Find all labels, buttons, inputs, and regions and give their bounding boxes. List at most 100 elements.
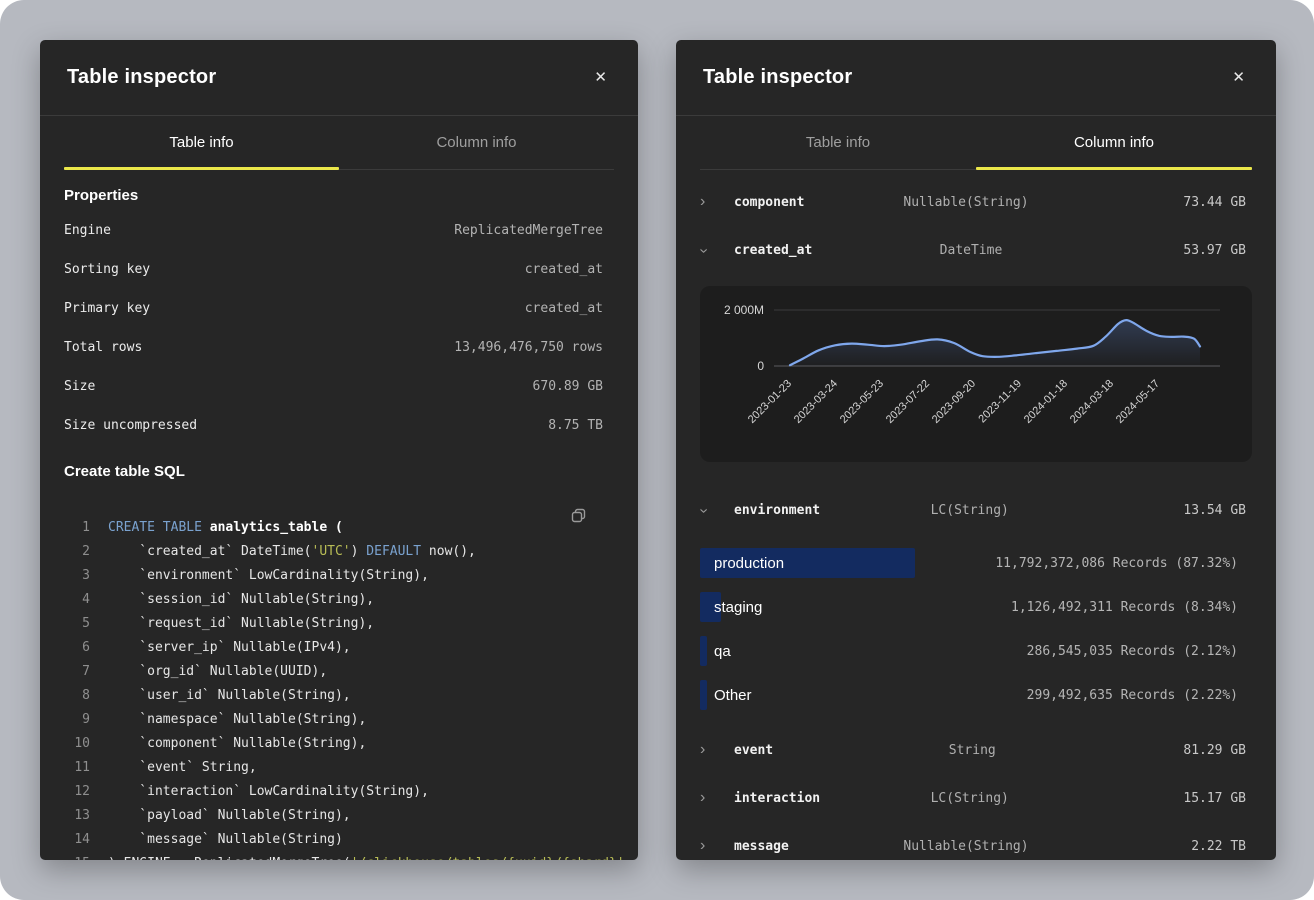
columns-list: ›componentNullable(String)73.44 GB›creat… bbox=[676, 170, 1276, 860]
column-name: created_at bbox=[734, 243, 812, 258]
property-row: Sorting keycreated_at bbox=[64, 251, 614, 290]
property-value: created_at bbox=[525, 262, 614, 278]
environment-value-row: qa286,545,035 Records (2.12%) bbox=[700, 636, 1252, 666]
column-row-event[interactable]: ›eventString81.29 GB bbox=[700, 726, 1252, 774]
property-value: ReplicatedMergeTree bbox=[454, 223, 614, 239]
area-chart-svg: 2 000M 0 2023-01-232023-03-242023-05-232… bbox=[700, 286, 1252, 462]
x-tick-label: 2023-09-20 bbox=[930, 378, 978, 426]
modal-title: Table inspector bbox=[67, 66, 216, 89]
value-label: Other bbox=[714, 687, 752, 704]
column-type: DateTime bbox=[940, 243, 1003, 258]
sql-code-text: `component` Nullable(String), bbox=[108, 732, 366, 756]
sql-line: 13 `payload` Nullable(String), bbox=[64, 804, 614, 828]
sql-line: 11 `event` String, bbox=[64, 756, 614, 780]
column-size: 81.29 GB bbox=[1183, 743, 1246, 758]
tab-table-info[interactable]: Table info bbox=[700, 116, 976, 169]
line-number: 11 bbox=[64, 756, 90, 780]
column-row-message[interactable]: ›messageNullable(String)2.22 TB bbox=[700, 822, 1252, 860]
column-type: LC(String) bbox=[931, 503, 1009, 518]
copy-icon-glyph bbox=[571, 508, 586, 523]
sql-code-text: `session_id` Nullable(String), bbox=[108, 588, 374, 612]
x-tick-label: 2024-05-17 bbox=[1114, 378, 1162, 426]
line-number: 3 bbox=[64, 564, 90, 588]
sql-code-text: `org_id` Nullable(UUID), bbox=[108, 660, 327, 684]
environment-value-row: production11,792,372,086 Records (87.32%… bbox=[700, 548, 1252, 578]
sql-line: 8 `user_id` Nullable(String), bbox=[64, 684, 614, 708]
column-size: 13.54 GB bbox=[1183, 503, 1246, 518]
table-inspector-modal-column-info: Table inspector ✕ Table infoColumn info … bbox=[676, 40, 1276, 860]
tab-column-info[interactable]: Column info bbox=[976, 116, 1252, 169]
line-number: 8 bbox=[64, 684, 90, 708]
line-number: 7 bbox=[64, 660, 90, 684]
property-row: Size 670.89 GB bbox=[64, 368, 614, 407]
value-records: 286,545,035 Records (2.12%) bbox=[1027, 644, 1238, 659]
environment-value-row: staging1,126,492,311 Records (8.34%) bbox=[700, 592, 1252, 622]
property-row: Primary key created_at bbox=[64, 290, 614, 329]
column-row-environment[interactable]: ›environmentLC(String)13.54 GB bbox=[700, 486, 1252, 534]
sql-line: 15) ENGINE = ReplicatedMergeTree('/click… bbox=[64, 852, 614, 860]
chevron-right-icon: › bbox=[700, 790, 734, 806]
property-label: Engine bbox=[64, 223, 111, 239]
x-tick-label: 2024-01-18 bbox=[1022, 378, 1070, 426]
column-type: Nullable(String) bbox=[903, 839, 1028, 854]
property-value: 670.89 GB bbox=[533, 379, 614, 395]
line-number: 5 bbox=[64, 612, 90, 636]
tab-table-info[interactable]: Table info bbox=[64, 116, 339, 169]
copy-icon[interactable] bbox=[569, 506, 588, 528]
sql-code-text: `created_at` DateTime('UTC') DEFAULT now… bbox=[108, 540, 476, 564]
x-tick-label: 2023-03-24 bbox=[792, 378, 840, 426]
sql-code-text: `namespace` Nullable(String), bbox=[108, 708, 366, 732]
sql-code-text: `request_id` Nullable(String), bbox=[108, 612, 374, 636]
tab-column-info[interactable]: Column info bbox=[339, 116, 614, 169]
screenshot-background: Table inspector ✕ Table infoColumn info … bbox=[0, 0, 1314, 900]
properties-list: Engine ReplicatedMergeTree Sorting keycrea… bbox=[64, 212, 614, 446]
value-records: 1,126,492,311 Records (8.34%) bbox=[1011, 600, 1238, 615]
chevron-down-icon: › bbox=[700, 242, 734, 258]
sql-line: 5 `request_id` Nullable(String), bbox=[64, 612, 614, 636]
modal-header: Table inspector ✕ bbox=[40, 40, 638, 116]
environment-value-row: Other 299,492,635 Records (2.22%) bbox=[700, 680, 1252, 710]
close-icon[interactable]: ✕ bbox=[1228, 66, 1249, 89]
sql-line: 3 `environment` LowCardinality(String), bbox=[64, 564, 614, 588]
sql-code-text: `environment` LowCardinality(String), bbox=[108, 564, 429, 588]
property-value: 13,496,476,750 rows bbox=[454, 340, 614, 356]
column-name: environment bbox=[734, 503, 820, 518]
property-row: Engine ReplicatedMergeTree bbox=[64, 212, 614, 251]
line-number: 15 bbox=[64, 852, 90, 860]
environment-values: production11,792,372,086 Records (87.32%… bbox=[700, 548, 1252, 710]
x-tick-label: 2023-11-19 bbox=[976, 378, 1024, 426]
x-axis-tick-labels: 2023-01-232023-03-242023-05-232023-07-22… bbox=[746, 378, 1162, 426]
column-size: 2.22 TB bbox=[1191, 839, 1246, 854]
x-tick-label: 2023-01-23 bbox=[746, 378, 794, 426]
column-row-component[interactable]: ›componentNullable(String)73.44 GB bbox=[700, 178, 1252, 226]
created-at-distribution-chart: 2 000M 0 2023-01-232023-03-242023-05-232… bbox=[700, 286, 1252, 462]
sql-line: 1CREATE TABLE analytics_table ( bbox=[64, 516, 614, 540]
column-size: 15.17 GB bbox=[1183, 791, 1246, 806]
line-number: 9 bbox=[64, 708, 90, 732]
properties-heading: Properties bbox=[64, 186, 614, 206]
line-number: 2 bbox=[64, 540, 90, 564]
property-label: Size bbox=[64, 379, 95, 395]
modal-header: Table inspector ✕ bbox=[676, 40, 1276, 116]
close-icon[interactable]: ✕ bbox=[590, 66, 611, 89]
line-number: 14 bbox=[64, 828, 90, 852]
create-table-sql-heading: Create table SQL bbox=[64, 462, 614, 482]
property-row: Size uncompressed8.75 TB bbox=[64, 407, 614, 446]
x-tick-label: 2024-03-18 bbox=[1068, 378, 1116, 426]
column-row-created_at[interactable]: ›created_atDateTime53.97 GB bbox=[700, 226, 1252, 274]
value-bar bbox=[700, 636, 707, 666]
x-tick-label: 2023-07-22 bbox=[884, 378, 932, 426]
sql-lines: 1CREATE TABLE analytics_table (2 `create… bbox=[64, 516, 614, 860]
tab-bar: Table infoColumn info bbox=[64, 116, 614, 170]
chevron-right-icon: › bbox=[700, 194, 734, 210]
column-row-interaction[interactable]: ›interactionLC(String)15.17 GB bbox=[700, 774, 1252, 822]
line-number: 6 bbox=[64, 636, 90, 660]
column-type: Nullable(String) bbox=[903, 195, 1028, 210]
property-value: created_at bbox=[525, 301, 614, 317]
value-records: 299,492,635 Records (2.22%) bbox=[1027, 688, 1238, 703]
property-label: Size uncompressed bbox=[64, 418, 197, 434]
value-records: 11,792,372,086 Records (87.32%) bbox=[995, 556, 1238, 571]
sql-code-text: `interaction` LowCardinality(String), bbox=[108, 780, 429, 804]
column-type: String bbox=[949, 743, 996, 758]
property-label: Primary key bbox=[64, 301, 150, 317]
